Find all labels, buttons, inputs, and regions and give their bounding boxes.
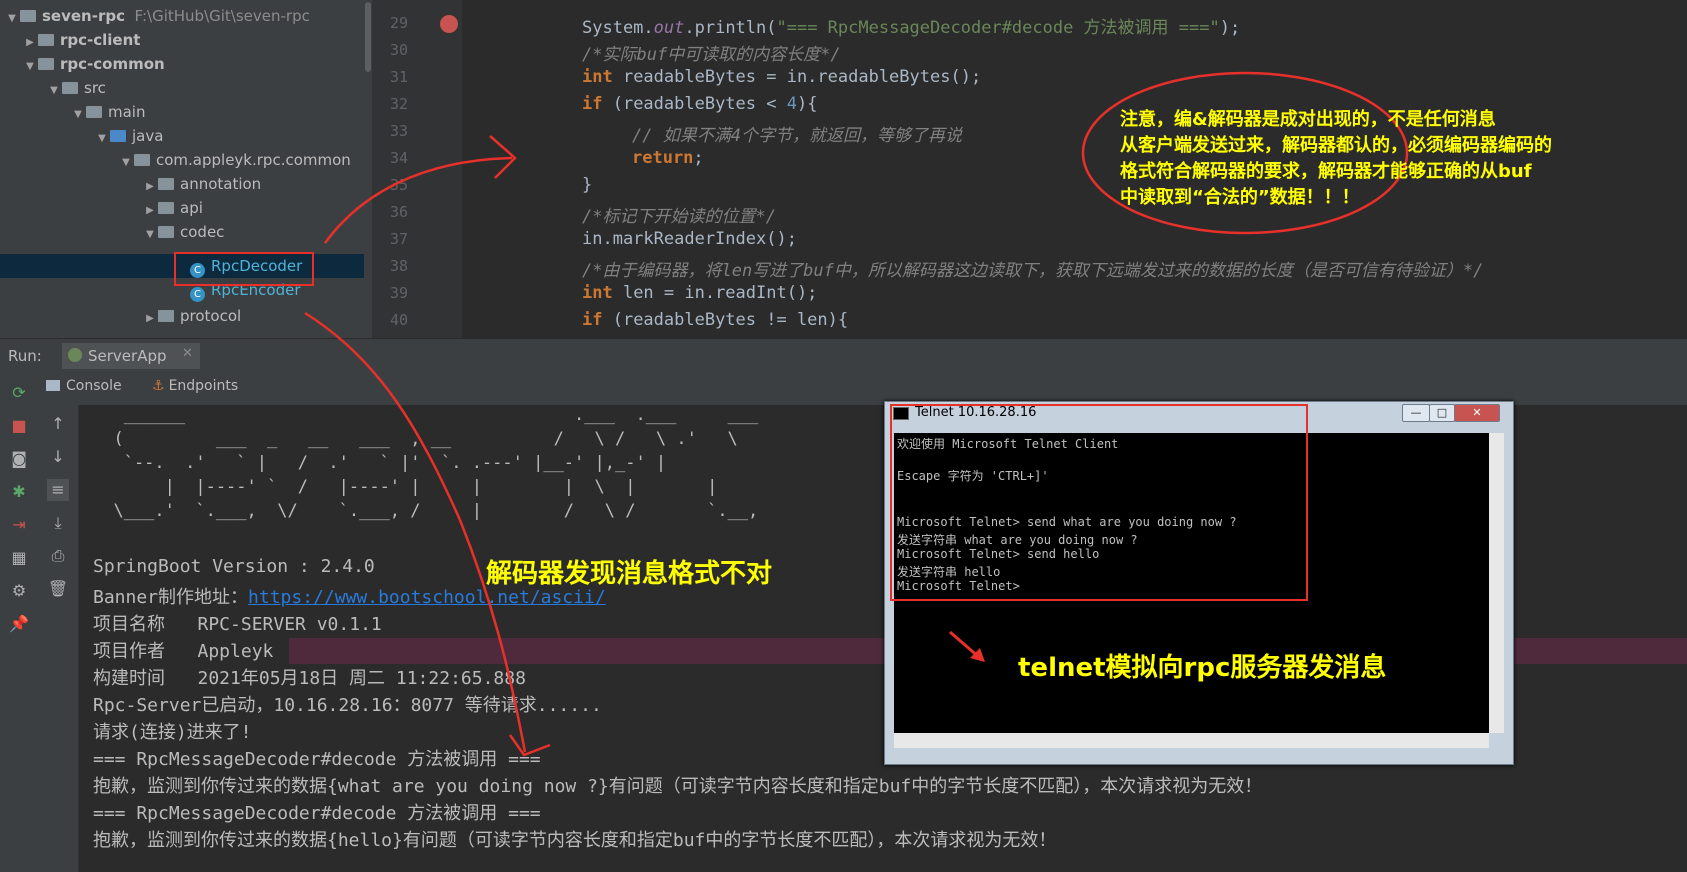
annotation-note: telnet模拟向rpc服务器发消息	[1018, 653, 1387, 683]
annotation-note: 注意，编&解码器是成对出现的，不是任何消息 从客户端发送过来，解码器都认的，必须…	[1120, 109, 1552, 208]
arrow-head	[508, 734, 551, 757]
annotation-note: 解码器发现消息格式不对	[486, 559, 773, 589]
annotation-arrow	[304, 311, 527, 753]
annotation-arrow	[323, 156, 513, 244]
